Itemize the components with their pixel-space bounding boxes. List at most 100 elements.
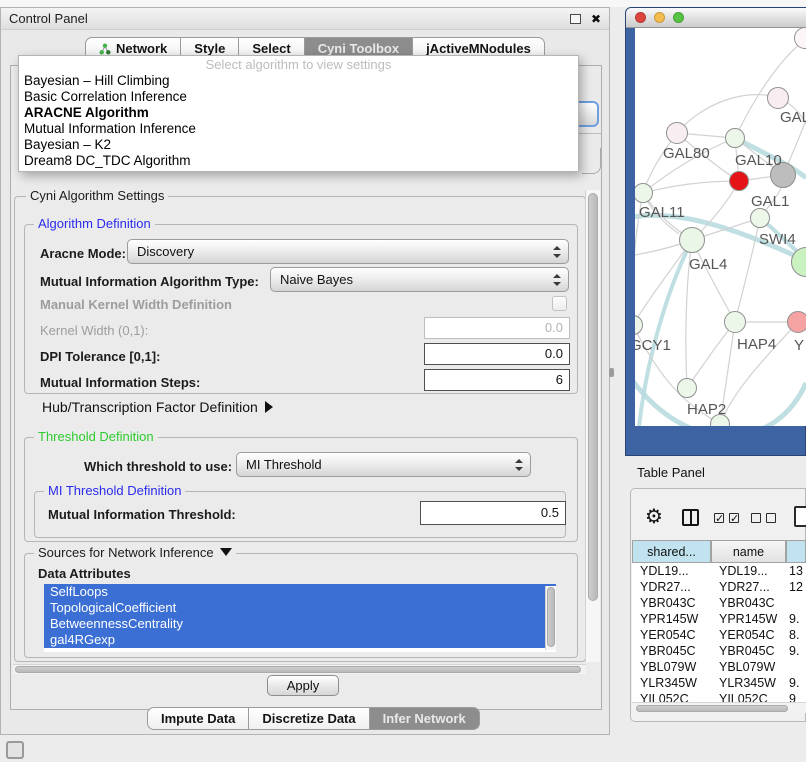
sources-group-title[interactable]: Sources for Network Inference xyxy=(34,546,236,560)
algorithm-dropdown-placeholder: Select algorithm to view settings xyxy=(19,56,578,73)
manual-kernel-label: Manual Kernel Width Definition xyxy=(40,297,232,312)
aracne-mode-label: Aracne Mode: xyxy=(40,246,126,261)
control-panel-title: Control Panel xyxy=(9,11,88,26)
bottom-tabs: Impute Data Discretize Data Infer Networ… xyxy=(147,707,480,730)
node-gal4[interactable] xyxy=(679,227,705,253)
table-row[interactable]: YPR145WYPR145W9. xyxy=(632,611,806,627)
node-label-swi4: SWI4 xyxy=(759,231,796,248)
spinner-arrows-icon xyxy=(515,459,522,471)
close-panel-icon[interactable]: ✖ xyxy=(591,14,601,24)
dropdown-item-dream8[interactable]: Dream8 DC_TDC Algorithm xyxy=(19,153,578,169)
dpi-tolerance-label: DPI Tolerance [0,1]: xyxy=(40,349,160,364)
mi-algorithm-type-combo[interactable]: Naive Bayes xyxy=(270,267,569,292)
kernel-width-label: Kernel Width (0,1): xyxy=(40,323,148,338)
gear-icon[interactable]: ⚙ xyxy=(645,506,663,526)
column-header-shared[interactable]: shared... xyxy=(632,540,711,563)
node-swi4[interactable] xyxy=(750,208,770,228)
aracne-mode-combo[interactable]: Discovery xyxy=(127,239,569,264)
table-row[interactable]: YBR045CYBR045C9. xyxy=(632,643,806,659)
collapsed-arrow-icon xyxy=(265,401,273,413)
node-hap2[interactable] xyxy=(677,378,697,398)
panel-splitter-handle[interactable] xyxy=(609,368,614,377)
top-strip xyxy=(0,0,806,7)
which-threshold-combo[interactable]: MI Threshold xyxy=(236,452,531,477)
node-gal-top[interactable] xyxy=(767,87,789,109)
hub-definition-toggle[interactable]: Hub/Transcription Factor Definition xyxy=(42,399,273,415)
mi-threshold-group-title: MI Threshold Definition xyxy=(44,484,185,498)
node-label-gal10: GAL10 xyxy=(735,152,782,169)
spinner-arrows-icon xyxy=(553,274,560,286)
minimized-panel-icon[interactable] xyxy=(6,741,24,759)
close-window-icon[interactable] xyxy=(635,12,646,23)
settings-horizontal-scrollbar[interactable] xyxy=(13,664,586,674)
dropdown-item-bayesian-k2[interactable]: Bayesian – K2 xyxy=(19,137,578,153)
column-header-partial[interactable] xyxy=(786,540,806,563)
groupbox-fragment-corner xyxy=(582,148,601,174)
table-row[interactable]: YBL079WYBL079W xyxy=(632,659,806,675)
node-gal1[interactable] xyxy=(729,171,749,191)
node-label-hap4: HAP4 xyxy=(737,336,776,353)
node-gal10[interactable] xyxy=(725,128,745,148)
dropdown-item-bayesian-hill[interactable]: Bayesian – Hill Climbing xyxy=(19,73,578,89)
deselect-all-checkbox-icon[interactable] xyxy=(751,513,761,523)
dpi-tolerance-input[interactable]: 0.0 xyxy=(424,343,570,365)
new-table-icon[interactable] xyxy=(794,506,806,527)
table-row[interactable]: YER054CYER054C8. xyxy=(632,627,806,643)
dropdown-item-aracne[interactable]: ARACNE Algorithm xyxy=(19,105,578,121)
attribute-item-selfloops[interactable]: SelfLoops xyxy=(44,584,556,600)
groupbox-fragment-line xyxy=(579,133,601,134)
mi-steps-label: Mutual Information Steps: xyxy=(40,375,200,390)
column-layout-icon[interactable] xyxy=(682,509,699,526)
attribute-item-betweenness[interactable]: BetweennessCentrality xyxy=(44,616,556,632)
table-row[interactable]: YBR043CYBR043C xyxy=(632,595,806,611)
inference-algorithm-combo-fragment[interactable] xyxy=(578,101,599,127)
deselect-all-checkbox-icon[interactable] xyxy=(766,513,776,523)
apply-button[interactable]: Apply xyxy=(267,675,339,696)
cyni-settings-group-title: Cyni Algorithm Settings xyxy=(26,189,168,203)
zoom-window-icon[interactable] xyxy=(673,12,684,23)
data-attributes-label: Data Attributes xyxy=(38,566,131,581)
mi-steps-input[interactable]: 6 xyxy=(424,369,570,391)
attribute-item-gal4rgexp[interactable]: gal4RGexp xyxy=(44,632,556,648)
float-panel-icon[interactable] xyxy=(570,14,581,24)
node-label-gal1: GAL1 xyxy=(751,193,789,210)
minimize-window-icon[interactable] xyxy=(654,12,665,23)
control-panel-titlebar: Control Panel ✖ xyxy=(1,8,609,30)
node-label-gal80: GAL80 xyxy=(663,145,710,162)
node-label-y: Y xyxy=(794,337,804,354)
node-label-gal-top: GAL xyxy=(780,109,806,126)
network-canvas[interactable]: GAL80 GAL10 GAL1 GAL11 SWI4 GAL4 GCY1 HA… xyxy=(635,28,806,426)
network-window-titlebar[interactable] xyxy=(626,8,806,28)
screen: Control Panel ✖ Network Style Select Cyn… xyxy=(0,0,806,762)
table-row[interactable]: YDR27...YDR27...12 xyxy=(632,579,806,595)
table-row[interactable]: YLR345WYLR345W9. xyxy=(632,675,806,691)
spinner-arrows-icon xyxy=(553,246,560,258)
attributes-list-scrollbar[interactable] xyxy=(545,586,556,650)
attribute-item-topological[interactable]: TopologicalCoefficient xyxy=(44,600,556,616)
table-panel-title: Table Panel xyxy=(637,465,705,480)
node-hap4[interactable] xyxy=(724,311,746,333)
tab-infer-network[interactable]: Infer Network xyxy=(370,707,480,730)
table-row[interactable]: YDL19...YDL19...13 xyxy=(632,563,806,579)
threshold-definition-title: Threshold Definition xyxy=(34,430,158,444)
tab-impute-data[interactable]: Impute Data xyxy=(147,707,249,730)
algorithm-definition-title: Algorithm Definition xyxy=(34,217,155,231)
dropdown-item-basic-correlation[interactable]: Basic Correlation Inference xyxy=(19,89,578,105)
tab-discretize-data[interactable]: Discretize Data xyxy=(249,707,369,730)
kernel-width-input[interactable]: 0.0 xyxy=(424,317,570,339)
settings-vertical-scrollbar[interactable] xyxy=(585,190,600,662)
mi-threshold-input[interactable]: 0.5 xyxy=(420,501,566,525)
tab-network-label: Network xyxy=(116,41,167,56)
manual-kernel-checkbox[interactable] xyxy=(552,296,567,311)
dropdown-item-mutual-information[interactable]: Mutual Information Inference xyxy=(19,121,578,137)
column-header-name[interactable]: name xyxy=(711,540,786,563)
table-row[interactable]: YIL052CYIL052C9 xyxy=(632,691,806,702)
node-gal80[interactable] xyxy=(666,122,688,144)
node-y-salmon[interactable] xyxy=(787,311,806,333)
table-horizontal-scrollbar[interactable] xyxy=(632,702,806,713)
node-label-hap2: HAP2 xyxy=(687,401,726,418)
node-label-gcy1: GCY1 xyxy=(635,337,671,354)
select-all-checkbox-icon[interactable]: ✓ xyxy=(714,513,724,523)
select-all-checkbox-icon[interactable]: ✓ xyxy=(729,513,739,523)
mi-algorithm-type-label: Mutual Information Algorithm Type: xyxy=(40,274,259,289)
